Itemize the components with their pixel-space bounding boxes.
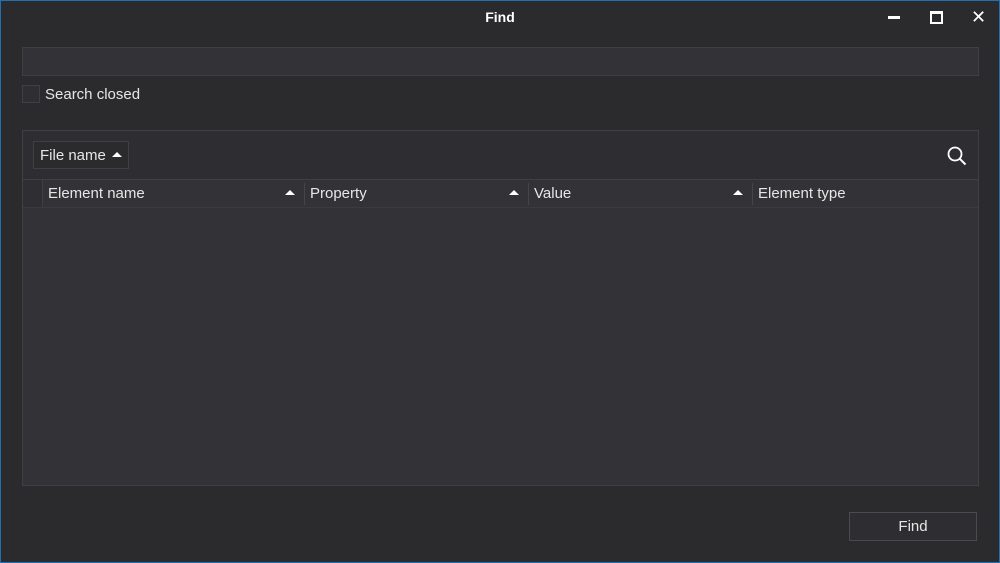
minimize-button[interactable] — [874, 1, 914, 35]
column-label: Element name — [48, 185, 145, 202]
column-header-value[interactable]: Value — [534, 180, 752, 207]
search-input[interactable] — [22, 47, 979, 76]
window-title: Find — [485, 9, 515, 25]
group-by-label: File name — [40, 146, 106, 164]
column-divider[interactable] — [528, 183, 529, 205]
close-icon: ✕ — [971, 7, 987, 27]
group-panel: File name — [23, 131, 978, 180]
maximize-icon — [930, 11, 943, 24]
close-button[interactable]: ✕ — [958, 1, 998, 35]
title-bar[interactable]: Find ✕ — [1, 1, 999, 35]
sort-ascending-icon — [111, 151, 122, 157]
column-divider[interactable] — [752, 183, 753, 205]
sort-ascending-icon — [733, 190, 743, 195]
group-by-file-name[interactable]: File name — [33, 141, 129, 169]
minimize-icon — [888, 16, 900, 19]
sort-ascending-icon — [509, 190, 519, 195]
column-divider[interactable] — [304, 183, 305, 205]
search-closed-label: Search closed — [45, 85, 141, 103]
maximize-button[interactable] — [916, 1, 956, 35]
find-button[interactable]: Find — [849, 512, 977, 541]
column-header-element-type[interactable]: Element type — [758, 180, 973, 207]
sort-ascending-icon — [285, 190, 295, 195]
column-header-row: Element name Property Value Element type — [23, 180, 978, 208]
search-closed-option[interactable]: Search closed — [22, 85, 140, 103]
results-grid: File name Element name Property Value El… — [22, 130, 979, 486]
grid-search-button[interactable] — [945, 144, 969, 168]
column-label: Property — [310, 185, 367, 202]
column-label: Element type — [758, 185, 846, 202]
column-header-element-name[interactable]: Element name — [48, 180, 303, 207]
column-label: Value — [534, 185, 572, 202]
find-window: Find ✕ Search closed File name Element n… — [0, 0, 1000, 563]
search-icon — [947, 146, 967, 166]
select-all-cell[interactable] — [23, 180, 43, 207]
search-closed-checkbox[interactable] — [22, 85, 40, 103]
column-header-property[interactable]: Property — [310, 180, 528, 207]
